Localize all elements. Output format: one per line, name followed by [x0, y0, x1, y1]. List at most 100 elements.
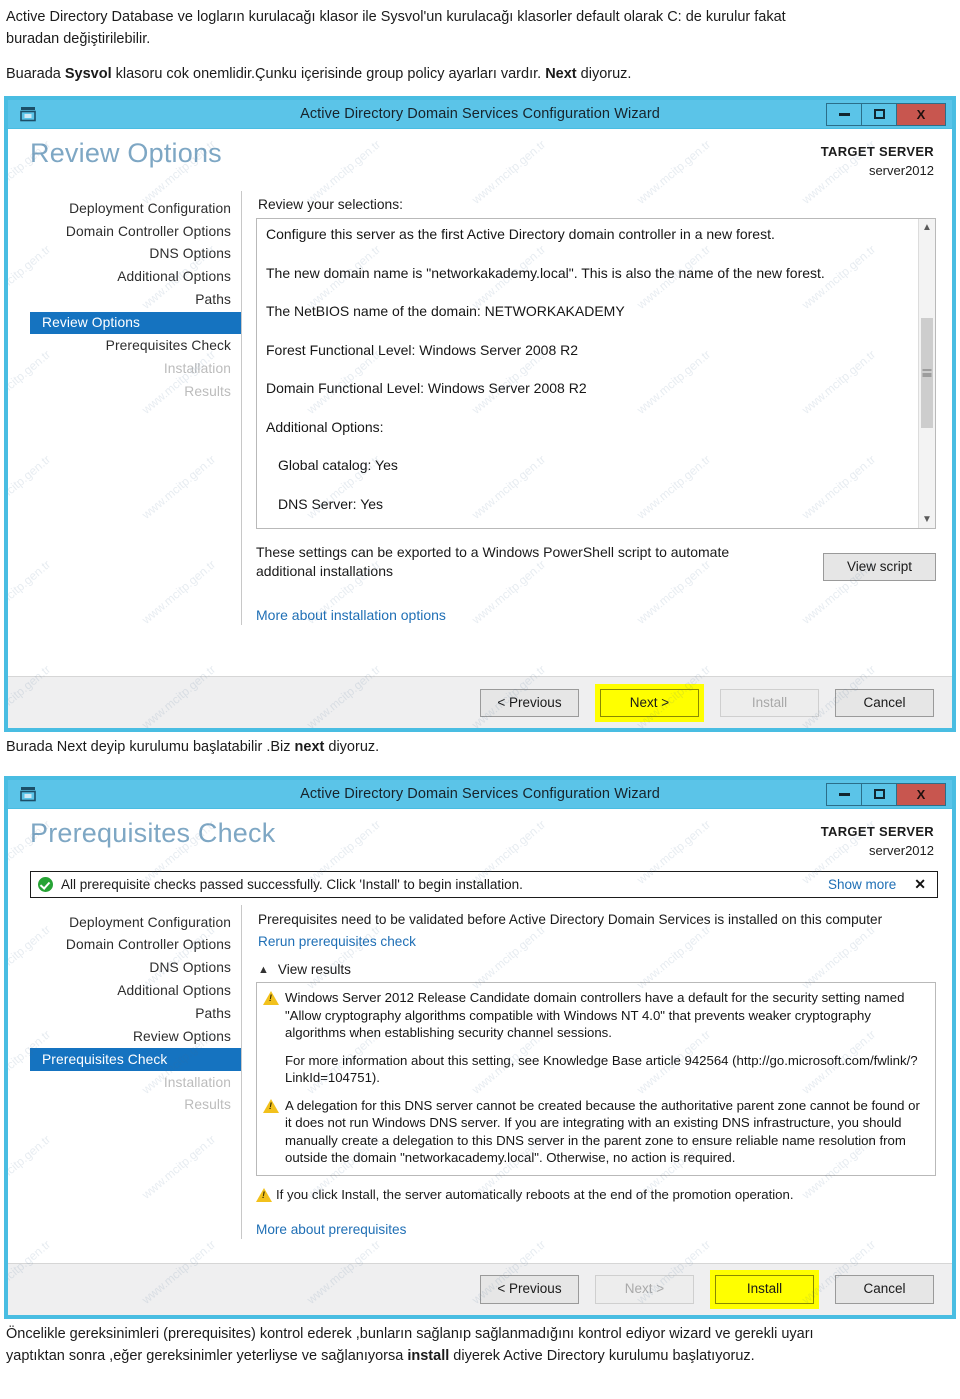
target-server-block: TARGET SERVER server2012 [821, 143, 934, 181]
minimize-icon[interactable] [827, 783, 862, 805]
scrollbar-track[interactable] [919, 236, 935, 511]
target-server-name: server2012 [868, 842, 934, 858]
banner-close-icon[interactable]: ✕ [914, 876, 926, 893]
sidebar-item-domain-controller-options[interactable]: Domain Controller Options [30, 220, 241, 243]
list-item: i Prerequisites Check Completed [263, 1174, 925, 1176]
list-item: The new domain name is "networkakademy.l… [266, 264, 825, 281]
page-title: Review Options [30, 138, 222, 169]
info-icon: i [263, 1174, 285, 1175]
wizard1-page-header: Review Options TARGET SERVER server2012 [8, 129, 952, 191]
review-scrollbar[interactable]: ▲ ▼ [918, 219, 935, 529]
more-about-installation-options-link[interactable]: More about installation options [256, 607, 446, 623]
sidebar-item-paths[interactable]: Paths [30, 1002, 241, 1025]
export-script-note: These settings can be exported to a Wind… [256, 543, 823, 580]
list-item: Domain Functional Level: Windows Server … [266, 380, 587, 397]
cancel-button[interactable]: Cancel [835, 1275, 934, 1304]
install-button[interactable]: Install [715, 1275, 814, 1304]
sysvol-paragraph: Buarada Sysvol klasoru cok onemlidir.Çun… [0, 64, 960, 86]
list-item: Forest Functional Level: Windows Server … [266, 341, 579, 358]
success-check-icon [38, 877, 53, 892]
review-selections-list: Configure this server as the first Activ… [257, 219, 918, 528]
sidebar-item-deployment-configuration[interactable]: Deployment Configuration [30, 197, 241, 220]
bottom-line-1: Öncelikle gereksinimleri (prerequisites)… [6, 1326, 814, 1342]
sidebar-item-dns-options[interactable]: DNS Options [30, 243, 241, 266]
show-more-link[interactable]: Show more [828, 877, 896, 892]
list-item: A delegation for this DNS server cannot … [263, 1097, 925, 1167]
scrollbar-thumb[interactable] [921, 318, 933, 429]
wizard1-nav: Deployment Configuration Domain Controll… [30, 191, 242, 626]
export-script-row: These settings can be exported to a Wind… [256, 543, 936, 582]
page-title: Prerequisites Check [30, 818, 276, 848]
sidebar-item-domain-controller-options[interactable]: Domain Controller Options [30, 934, 241, 957]
sidebar-item-review-options[interactable]: Review Options [30, 1025, 241, 1048]
warning-icon [256, 1187, 276, 1203]
wizard2-content: Prerequisites need to be validated befor… [242, 905, 952, 1239]
wizard2-titlebar[interactable]: Active Directory Domain Services Configu… [8, 780, 952, 809]
sidebar-item-results: Results [184, 383, 231, 399]
sidebar-item-deployment-configuration[interactable]: Deployment Configuration [30, 911, 241, 934]
result-text: A delegation for this DNS server cannot … [285, 1097, 920, 1166]
wizard1-window-controls[interactable]: X [826, 102, 946, 126]
wizard1-footer: < Previous Next > Install Cancel [8, 676, 952, 729]
intro-line-2: buradan değiştirilebilir. [6, 30, 151, 47]
wizard2-body: Deployment Configuration Domain Controll… [8, 905, 952, 1239]
cancel-button[interactable]: Cancel [835, 688, 934, 717]
sidebar-item-paths[interactable]: Paths [30, 289, 241, 312]
export-note-line-2: additional installations [256, 562, 393, 579]
sidebar-item-additional-options[interactable]: Additional Options [30, 980, 241, 1003]
success-banner: All prerequisite checks passed successfu… [30, 871, 938, 898]
close-icon[interactable]: X [897, 783, 945, 805]
list-item: Windows Server 2012 Release Candidate do… [263, 989, 925, 1042]
sidebar-item-review-options[interactable]: Review Options [30, 311, 241, 335]
list-item: Additional Options: [266, 418, 384, 435]
export-note-line-1: These settings can be exported to a Wind… [256, 544, 730, 561]
scroll-down-icon[interactable]: ▼ [919, 511, 935, 529]
wizard-app-icon [15, 103, 41, 125]
more-about-prerequisites-link[interactable]: More about prerequisites [256, 1222, 406, 1237]
next-button-highlight: Next > [595, 683, 704, 722]
wizard2-footer: < Previous Next > Install Cancel [8, 1263, 952, 1315]
result-text: Prerequisites Check Completed [285, 1174, 470, 1176]
scroll-up-icon[interactable]: ▲ [919, 219, 935, 237]
reboot-warning-note: If you click Install, the server automat… [256, 1187, 936, 1203]
prerequisites-check-wizard-window: Active Directory Domain Services Configu… [4, 776, 956, 1319]
previous-button[interactable]: < Previous [480, 688, 579, 717]
review-selections-label: Review your selections: [258, 197, 403, 213]
prerequisites-results-box: Windows Server 2012 Release Candidate do… [256, 982, 936, 1176]
sysvol-text-c: klasoru cok onemlidir.Çunku içerisinde g… [111, 65, 546, 82]
view-results-toggle[interactable]: ▲ View results [258, 962, 936, 977]
middle-text-c: diyoruz. [324, 739, 380, 756]
close-icon[interactable]: X [897, 103, 945, 125]
next-button: Next > [595, 1275, 694, 1304]
wizard2-window-controls[interactable]: X [826, 782, 946, 806]
sidebar-item-dns-options[interactable]: DNS Options [30, 957, 241, 980]
sidebar-item-prerequisites-check[interactable]: Prerequisites Check [30, 1048, 241, 1072]
sidebar-item-additional-options[interactable]: Additional Options [30, 266, 241, 289]
maximize-icon[interactable] [862, 103, 897, 125]
intro-paragraph: Active Directory Database ve logların ku… [0, 0, 960, 51]
view-results-label: View results [277, 962, 351, 977]
next-keyword: Next [545, 65, 577, 82]
warning-icon [263, 1097, 285, 1167]
list-item: The NetBIOS name of the domain: NETWORKA… [266, 303, 625, 320]
bottom-caption: Öncelikle gereksinimleri (prerequisites)… [0, 1319, 960, 1376]
sysvol-keyword: Sysvol [64, 65, 112, 82]
rerun-prerequisites-check-link[interactable]: Rerun prerequisites check [258, 934, 936, 949]
list-item: Configure this server as the first Activ… [266, 226, 775, 243]
wizard1-titlebar[interactable]: Active Directory Domain Services Configu… [8, 100, 952, 130]
banner-text: All prerequisite checks passed successfu… [61, 877, 523, 892]
wizard-app-icon [15, 783, 41, 805]
result-subtext: For more information about this setting,… [285, 1052, 918, 1086]
list-item: Global catalog: Yes [278, 457, 398, 474]
minimize-icon[interactable] [827, 103, 862, 125]
target-server-label: TARGET SERVER [820, 144, 934, 160]
sidebar-item-prerequisites-check[interactable]: Prerequisites Check [30, 334, 241, 357]
maximize-icon[interactable] [862, 783, 897, 805]
result-text: Windows Server 2012 Release Candidate do… [285, 990, 905, 1041]
wizard1-content: Review your selections: Configure this s… [242, 191, 952, 625]
previous-button[interactable]: < Previous [480, 1275, 579, 1304]
chevron-up-icon: ▲ [258, 963, 269, 976]
view-script-button[interactable]: View script [823, 553, 936, 582]
next-button[interactable]: Next > [600, 688, 699, 717]
